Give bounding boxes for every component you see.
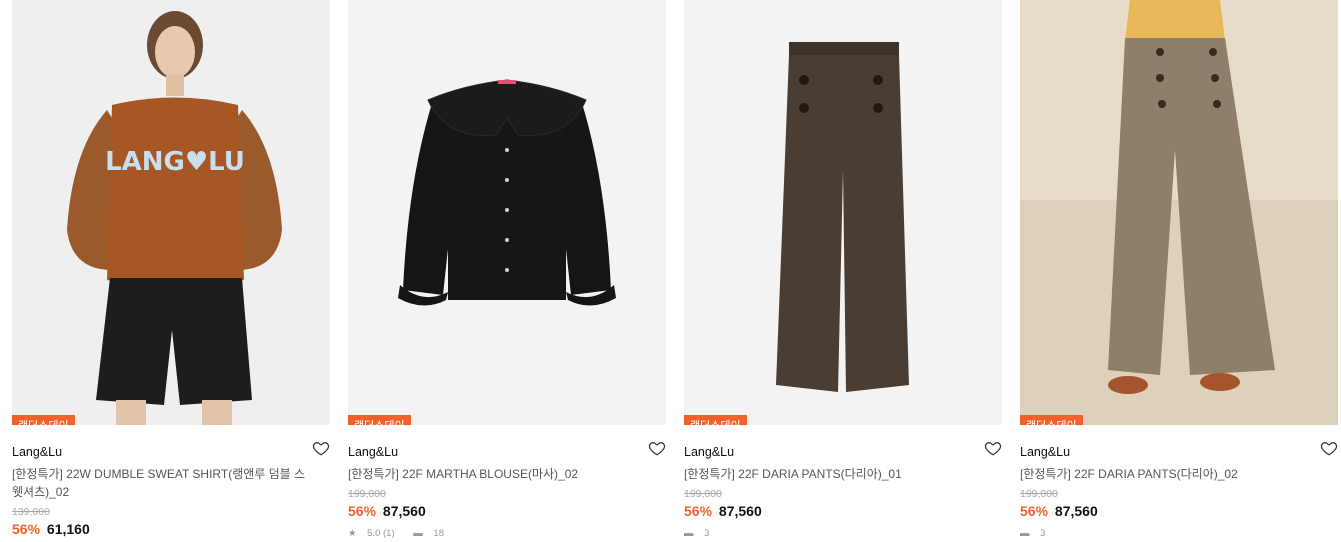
chat-bubble-icon: ▬	[1020, 528, 1030, 539]
promo-badge: 랜더스데이	[12, 415, 75, 425]
promo-badge: 랜더스데이	[1020, 415, 1083, 425]
product-meta: ★ 5.0 (1) ▬ 18	[348, 528, 666, 539]
chat-bubble-icon: ▬	[413, 528, 423, 539]
product-name[interactable]: [한정특가] 22F DARIA PANTS(다리아)_01	[684, 465, 984, 483]
reviews: ▬ 18	[413, 528, 452, 539]
product-name[interactable]: [한정특가] 22F MARTHA BLOUSE(마사)_02	[348, 465, 648, 483]
product-meta: ▬ 3	[1020, 528, 1338, 539]
brand-name[interactable]: Lang&Lu	[348, 445, 398, 459]
svg-text:LANG♥LU: LANG♥LU	[105, 147, 245, 177]
heart-icon[interactable]	[984, 439, 1002, 457]
black-blouse-image[interactable]: 랜더스데이	[348, 0, 666, 425]
price-row: 56% 87,560	[1020, 503, 1338, 519]
original-price: 199,000	[1020, 488, 1058, 500]
product-card[interactable]: 랜더스데이 Lang&Lu [한정특가] 22F DARIA PANTS(다리아…	[684, 0, 1002, 539]
product-meta: ▬ 3	[684, 528, 1002, 539]
discount-rate: 56%	[348, 503, 377, 519]
model-sweatshirt-image[interactable]: LANG♥LU 랜더스데이	[12, 0, 330, 425]
star-icon: ★	[348, 528, 357, 539]
original-price: 139,000	[12, 506, 50, 518]
sale-price: 87,560	[382, 503, 426, 519]
brown-pants-image[interactable]: 랜더스데이	[684, 0, 1002, 425]
heart-icon[interactable]	[648, 439, 666, 457]
price-row: 56% 61,160	[12, 521, 330, 537]
review-count: 18	[433, 528, 444, 539]
review-count: 3	[704, 528, 710, 539]
original-price: 199,000	[684, 488, 722, 500]
original-price: 199,000	[348, 488, 386, 500]
review-count: 3	[1040, 528, 1046, 539]
discount-rate: 56%	[12, 521, 41, 537]
brand-name[interactable]: Lang&Lu	[12, 445, 62, 459]
sale-price: 87,560	[718, 503, 762, 519]
model-wide-pants-image[interactable]: 랜더스데이	[1020, 0, 1338, 425]
chat-bubble-icon: ▬	[684, 528, 694, 539]
heart-icon[interactable]	[1320, 439, 1338, 457]
rating: ★ 5.0 (1)	[348, 528, 403, 539]
heart-icon[interactable]	[312, 439, 330, 457]
promo-badge: 랜더스데이	[348, 415, 411, 425]
sale-price: 61,160	[46, 521, 90, 537]
brand-name[interactable]: Lang&Lu	[1020, 445, 1070, 459]
rating-text: 5.0 (1)	[367, 528, 395, 539]
promo-badge: 랜더스데이	[684, 415, 747, 425]
sale-price: 87,560	[1054, 503, 1098, 519]
product-card[interactable]: LANG♥LU 랜더스데이 Lang&Lu [한정특가] 22W DUMBLE …	[12, 0, 330, 537]
product-card[interactable]: 랜더스데이 Lang&Lu [한정특가] 22F MARTHA BLOUSE(마…	[348, 0, 666, 539]
product-card[interactable]: 랜더스데이 Lang&Lu [한정특가] 22F DARIA PANTS(다리아…	[1020, 0, 1338, 539]
discount-rate: 56%	[1020, 503, 1049, 519]
discount-rate: 56%	[684, 503, 713, 519]
reviews: ▬ 3	[684, 528, 717, 539]
product-name[interactable]: [한정특가] 22W DUMBLE SWEAT SHIRT(랭앤루 덤블 스웻셔…	[12, 465, 312, 501]
brand-name[interactable]: Lang&Lu	[684, 445, 734, 459]
product-name[interactable]: [한정특가] 22F DARIA PANTS(다리아)_02	[1020, 465, 1320, 483]
product-grid: LANG♥LU 랜더스데이 Lang&Lu [한정특가] 22W DUMBLE …	[0, 0, 1341, 542]
reviews: ▬ 3	[1020, 528, 1053, 539]
price-row: 56% 87,560	[684, 503, 1002, 519]
price-row: 56% 87,560	[348, 503, 666, 519]
